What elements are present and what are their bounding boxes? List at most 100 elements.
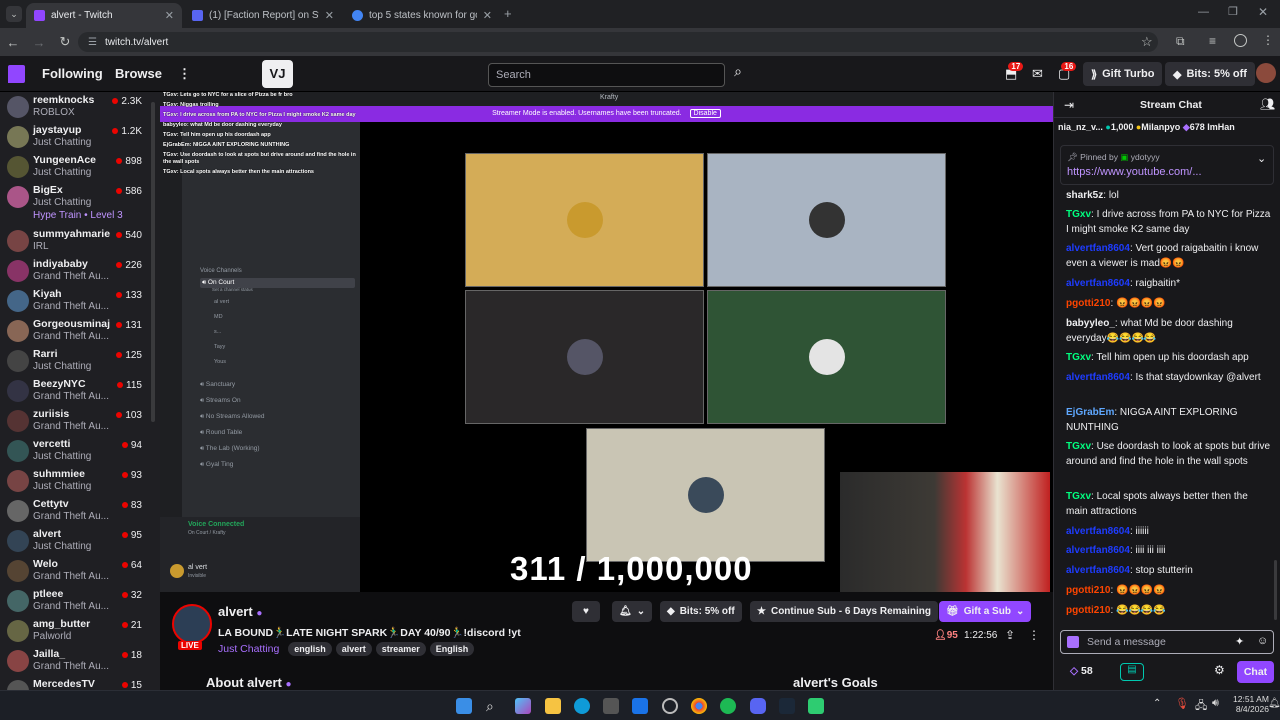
tray-overflow-icon[interactable]: ⌃ xyxy=(1153,698,1161,709)
bits-cheer-icon[interactable]: ✦ xyxy=(1235,635,1244,648)
notification-center-icon[interactable]: 🔔︎ xyxy=(1268,698,1280,709)
maximize-icon[interactable]: ❐ xyxy=(1228,5,1238,18)
chat-message[interactable]: shark5z: lol xyxy=(1066,188,1271,203)
sidebar-channel[interactable]: Cettytv Grand Theft Au... 83 xyxy=(0,496,150,526)
sidebar-channel[interactable]: Gorgeousminaj Grand Theft Au... 131 xyxy=(0,316,150,346)
voice-member[interactable]: al vert xyxy=(214,299,229,305)
chat-username[interactable]: TGxv xyxy=(1066,352,1091,363)
sidebar-channel[interactable]: BigEx Just Chatting 586 Hype Train • Level … xyxy=(0,182,150,226)
voice-channel[interactable]: 🔊︎ Sanctuary xyxy=(200,381,355,389)
gift-turbo-button[interactable]: ⟫ Gift Turbo xyxy=(1083,62,1163,86)
profile-icon[interactable] xyxy=(1234,34,1247,47)
window-close-icon[interactable]: ✕ xyxy=(1258,5,1268,19)
channel-status[interactable]: Set a channel status xyxy=(212,287,253,292)
voice-member[interactable]: Tayy xyxy=(214,344,225,350)
reload-icon[interactable]: ↻ xyxy=(52,34,78,50)
bits-button[interactable]: ◆ Bits: 5% off xyxy=(1165,62,1255,86)
notepad-icon[interactable] xyxy=(808,698,824,714)
notification-bell-button[interactable]: 🔔︎ ⌄ xyxy=(612,601,653,622)
user-avatar[interactable] xyxy=(1256,63,1276,83)
chat-message[interactable]: alvertfan8604: Vert good raigabaitin i k… xyxy=(1066,241,1271,271)
sidebar-channel[interactable]: suhmmiee Just Chatting 93 xyxy=(0,466,150,496)
category-link[interactable]: Just Chatting xyxy=(218,643,279,655)
chat-username[interactable]: pgotti210 xyxy=(1066,605,1110,616)
sidebar-channel[interactable]: zuriisis Grand Theft Au... 103 xyxy=(0,406,150,436)
sidebar-channel[interactable]: alvert Just Chatting 95 xyxy=(0,526,150,556)
mail-icon[interactable] xyxy=(632,698,648,714)
media-controls-icon[interactable]: ≡ xyxy=(1209,34,1216,48)
chat-username[interactable]: alvertfan8604 xyxy=(1066,545,1130,556)
close-icon[interactable]: ✕ xyxy=(325,9,334,22)
chat-message[interactable]: alvertfan8604: iiiiii xyxy=(1066,524,1271,539)
chat-username[interactable]: TGxv xyxy=(1066,441,1091,452)
steam-icon[interactable] xyxy=(779,698,795,714)
gift-sub-button[interactable]: 🎁︎ Gift a Sub ⌄ xyxy=(939,601,1032,622)
chat-username[interactable]: alvertfan8604 xyxy=(1066,372,1130,383)
chat-username[interactable]: alvertfan8604 xyxy=(1066,526,1130,537)
streamer-name[interactable]: alvert xyxy=(218,604,253,619)
stream-tag[interactable]: streamer xyxy=(375,642,426,656)
chat-message[interactable]: pgotti210: 😡😡😡😡 xyxy=(1066,296,1271,311)
chat-badge-icon[interactable] xyxy=(1067,636,1079,648)
sidebar-channel[interactable]: indiyababy Grand Theft Au... 226 xyxy=(0,256,150,286)
pinned-message[interactable]: 📌︎ Pinned by ▣ ydotyyy https://www.youtu… xyxy=(1060,145,1274,185)
close-icon[interactable]: ✕ xyxy=(483,9,492,22)
search-icon[interactable]: ⌕ xyxy=(727,63,749,87)
sidebar-channel[interactable]: Welo Grand Theft Au... 64 xyxy=(0,556,150,586)
chat-message[interactable]: alvertfan8604: stop stutterin xyxy=(1066,563,1271,578)
chat-message[interactable]: TGxv: Tell him open up his doordash app xyxy=(1066,350,1271,365)
start-icon[interactable] xyxy=(456,698,472,714)
chevron-down-icon[interactable]: ⌄ xyxy=(1257,152,1266,165)
voice-member[interactable]: s... xyxy=(214,329,221,335)
voice-member[interactable]: Yous xyxy=(214,359,226,365)
chat-message[interactable]: babyyleo_: what Md be door dashing every… xyxy=(1066,316,1271,346)
sidebar-channel[interactable]: Rarri Just Chatting 125 xyxy=(0,346,150,376)
stream-tag[interactable]: alvert xyxy=(335,642,372,656)
chat-message[interactable]: pgotti210: 😡😡😡😡 xyxy=(1066,583,1271,598)
discord-icon[interactable] xyxy=(750,698,766,714)
following-link[interactable]: Following xyxy=(42,66,103,81)
video-player[interactable]: Krafty Streamer Mode is enabled. Usernam… xyxy=(160,92,1053,592)
chat-message[interactable]: alvertfan8604: iiii iii iiii xyxy=(1066,543,1271,558)
chat-username[interactable]: pgotti210 xyxy=(1066,585,1110,596)
sidebar-channel[interactable]: jaystayup Just Chatting 1.2K xyxy=(0,122,150,152)
sidebar-channel[interactable]: Jailla_ Grand Theft Au... 18 xyxy=(0,646,150,676)
site-info-icon[interactable]: ☰ xyxy=(88,37,97,48)
sidebar-channel[interactable]: reemknocks ROBLOX 2.3K xyxy=(0,92,150,122)
chat-username[interactable]: TGxv xyxy=(1066,491,1091,502)
extensions-icon[interactable]: ⧉ xyxy=(1176,34,1185,49)
chat-username[interactable]: alvertfan8604 xyxy=(1066,243,1130,254)
sidebar-channel[interactable]: amg_butter Palworld 21 xyxy=(0,616,150,646)
emote-picker-icon[interactable]: ☺ xyxy=(1257,635,1268,647)
network-icon[interactable]: 🖧︎ xyxy=(1195,697,1207,716)
notifications-icon[interactable]: ▢ 16 xyxy=(1058,62,1077,82)
voice-channel[interactable]: 🔊︎ Streams On xyxy=(200,397,355,405)
chat-message[interactable]: EjGrabEm: NIGGA AINT EXPLORING NUNTHING xyxy=(1066,405,1271,435)
stream-tag[interactable]: English xyxy=(429,642,475,656)
leaderboard-strip[interactable]: nia_nz_v... ●1,000 ●Milanpyo ◆678 ImHan xyxy=(1058,122,1280,133)
voice-channel[interactable]: 🔊︎ Round Table xyxy=(200,429,355,437)
more-menu-icon[interactable]: ⋮ xyxy=(178,66,191,82)
tab-twitch[interactable]: alvert - Twitch ✕ xyxy=(26,3,182,28)
voice-channel[interactable]: 🔊︎ The Lab (Working) xyxy=(200,445,355,453)
chat-username[interactable]: alvertfan8604 xyxy=(1066,278,1130,289)
chat-message[interactable]: TGxv: Local spots always better then the… xyxy=(1066,489,1271,519)
more-options-icon[interactable]: ⋮ xyxy=(1028,628,1040,642)
inbox-icon[interactable]: ✉ xyxy=(1032,66,1043,82)
sidebar-channel[interactable]: BeezyNYC Grand Theft Au... 115 xyxy=(0,376,150,406)
predictions-icon[interactable]: ▤ xyxy=(1120,663,1144,681)
sidebar-channel[interactable]: YungeenAce Just Chatting 898 xyxy=(0,152,150,182)
voice-channel[interactable]: 🔊︎ Gyal Ting xyxy=(200,461,355,469)
browse-link[interactable]: Browse xyxy=(115,66,162,81)
clock[interactable]: 12:51 AM 8/4/2026 xyxy=(1233,694,1269,714)
streamer-avatar[interactable] xyxy=(172,604,212,644)
chat-message[interactable]: alvertfan8604: raigbaitin* xyxy=(1066,276,1271,291)
send-chat-button[interactable]: Chat xyxy=(1237,661,1274,683)
search-input[interactable]: Search xyxy=(488,63,725,87)
share-icon[interactable]: ⇪ xyxy=(1005,628,1015,642)
bits-offer-button[interactable]: ◆ Bits: 5% off xyxy=(660,601,742,622)
back-arrow-icon[interactable]: ← xyxy=(0,35,26,50)
app-icon[interactable] xyxy=(662,698,678,714)
extension-logo-icon[interactable]: VJ xyxy=(262,60,293,88)
drops-icon[interactable]: ⬒ 17 xyxy=(1005,62,1024,82)
